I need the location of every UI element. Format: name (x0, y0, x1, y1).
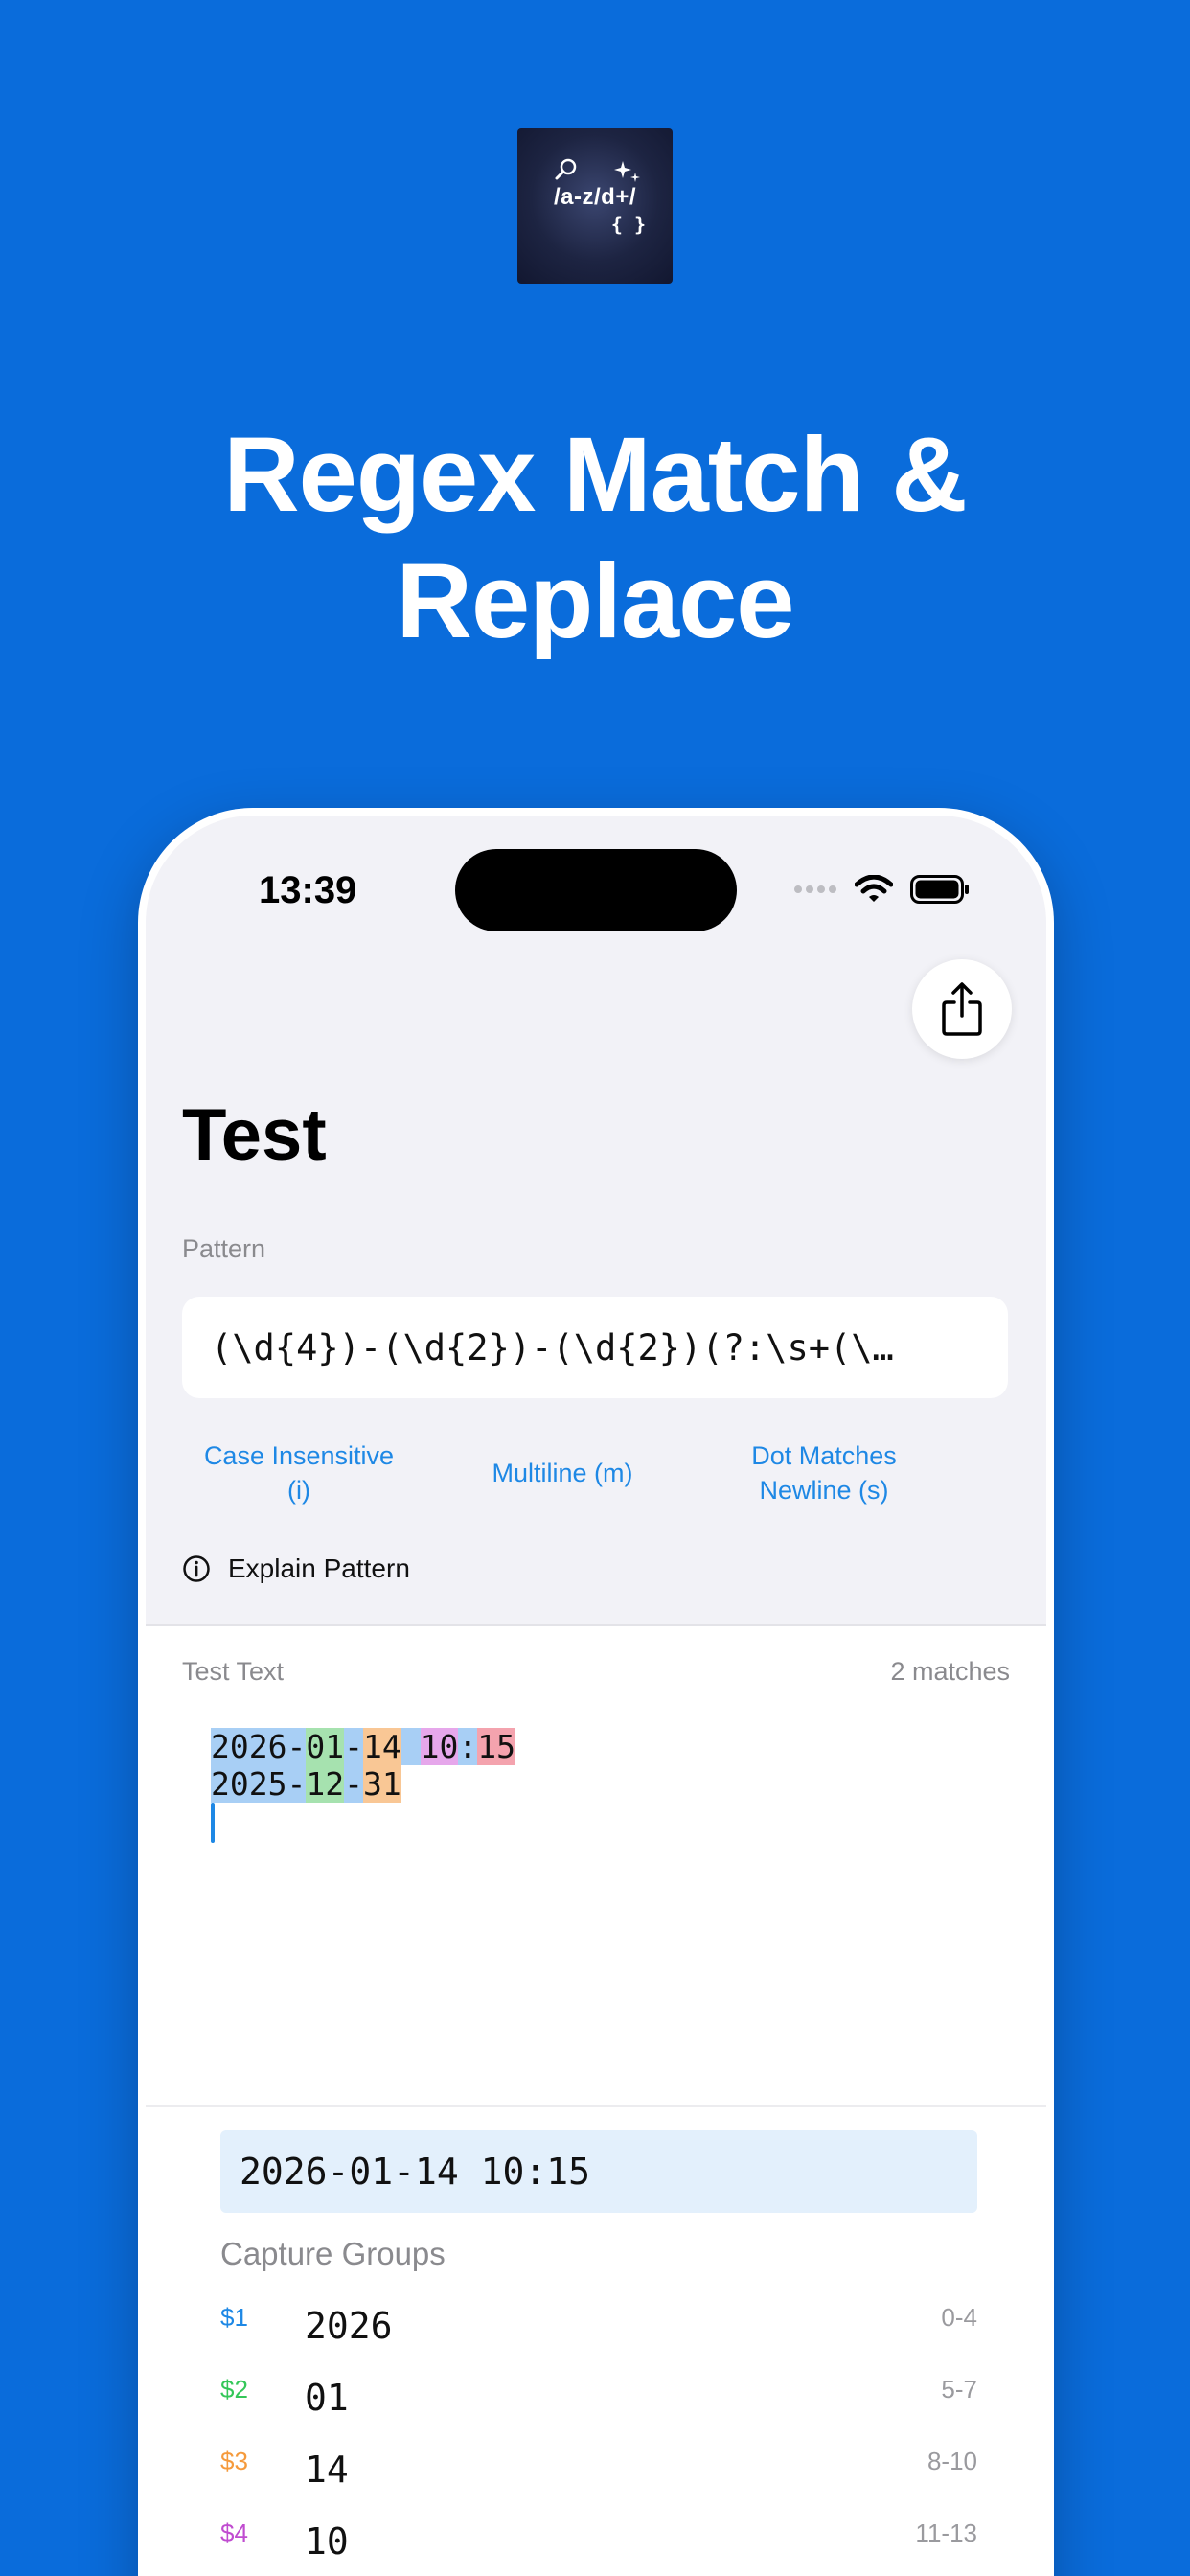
match-separator: - (344, 1765, 363, 1803)
share-icon (942, 982, 982, 1036)
capture-group-range: 8-10 (927, 2447, 977, 2475)
capture-group-row: $3 14 8-10 (220, 2443, 977, 2500)
pattern-input[interactable]: (\d{4})-(\d{2})-(\d{2})(?:\s+(\… (182, 1297, 1008, 1398)
option-label: Newline (s) (759, 1476, 889, 1505)
page-title: Test (182, 1094, 327, 1176)
capture-groups-title: Capture Groups (220, 2236, 446, 2271)
capture-group-row: $2 01 5-7 (220, 2371, 977, 2428)
match-group-1: 2025 (211, 1765, 287, 1803)
app-icon-label: /a-z/d+/ (553, 184, 637, 210)
headline-line-2: Replace (396, 542, 795, 660)
phone-frame: 13:39 Test Pattern (\d{4})-(\d{2})-(\d{2… (138, 808, 1054, 2576)
promo-headline: Regex Match & Replace (0, 412, 1190, 665)
text-caret (211, 1803, 215, 1843)
match-separator (400, 1728, 421, 1765)
status-time: 13:39 (259, 869, 357, 911)
info-icon (183, 1555, 210, 1582)
match-separator: - (286, 1728, 307, 1765)
match-group-4: 10 (420, 1728, 459, 1765)
multiline-toggle[interactable]: Multiline (m) (452, 1456, 673, 1490)
capture-group-row: $1 2026 0-4 (220, 2299, 977, 2357)
headline-line-1: Regex Match & (223, 416, 968, 534)
capture-group-value: 01 (305, 2377, 349, 2419)
match-group-2: 01 (306, 1728, 345, 1765)
wifi-icon (855, 875, 893, 902)
capture-group-value: 10 (305, 2520, 349, 2563)
selected-match[interactable]: 2026-01-14 10:15 (220, 2130, 977, 2213)
dynamic-island (455, 849, 737, 932)
capture-group-number: $3 (220, 2447, 248, 2475)
test-line (211, 1803, 515, 1843)
capture-group-number: $2 (220, 2375, 248, 2404)
match-group-2: 12 (306, 1765, 345, 1803)
capture-group-row: $4 10 11-13 (220, 2515, 977, 2572)
dot-matches-newline-toggle[interactable]: Dot Matches Newline (s) (719, 1438, 929, 1507)
match-separator: : (458, 1728, 478, 1765)
section-divider (146, 2105, 1046, 2107)
pattern-section: 13:39 Test Pattern (\d{4})-(\d{2})-(\d{2… (146, 816, 1046, 1626)
test-line: 2025-12-31 (211, 1765, 515, 1803)
app-icon-braces: { } (610, 213, 646, 236)
match-group-1: 2026 (211, 1728, 287, 1765)
case-insensitive-toggle[interactable]: Case Insensitive (i) (184, 1438, 414, 1507)
option-label: Multiline (m) (492, 1459, 633, 1487)
capture-group-value: 2026 (305, 2305, 393, 2347)
test-text-label: Test Text (182, 1657, 285, 1686)
explain-pattern-button[interactable]: Explain Pattern (182, 1553, 410, 1584)
option-label: Dot Matches (751, 1441, 897, 1470)
capture-group-range: 0-4 (941, 2303, 977, 2332)
capture-group-value: 14 (305, 2449, 349, 2491)
match-separator: - (344, 1728, 363, 1765)
share-button[interactable] (912, 959, 1012, 1059)
match-separator: - (286, 1765, 307, 1803)
battery-icon (910, 875, 969, 904)
option-label: Case Insensitive (203, 1441, 395, 1470)
phone-screen: 13:39 Test Pattern (\d{4})-(\d{2})-(\d{2… (146, 816, 1046, 2576)
match-group-3: 14 (362, 1728, 401, 1765)
cellular-signal-icon (794, 886, 836, 893)
match-group-3: 31 (362, 1765, 401, 1803)
capture-group-number: $1 (220, 2303, 248, 2332)
capture-group-range: 5-7 (941, 2375, 977, 2404)
match-count: 2 matches (890, 1657, 1010, 1686)
pattern-label: Pattern (182, 1234, 266, 1263)
capture-group-range: 11-13 (915, 2518, 977, 2547)
test-line: 2026-01-14 10:15 (211, 1728, 515, 1765)
match-group-5: 15 (477, 1728, 515, 1765)
test-text-editor[interactable]: 2026-01-14 10:15 2025-12-31 (211, 1728, 515, 1843)
option-label: (i) (287, 1476, 310, 1505)
magnifier-icon (555, 158, 577, 180)
capture-group-number: $4 (220, 2518, 248, 2547)
app-icon: /a-z/d+/ { } (517, 128, 673, 284)
status-icons (793, 875, 970, 904)
explain-pattern-label: Explain Pattern (228, 1553, 410, 1583)
